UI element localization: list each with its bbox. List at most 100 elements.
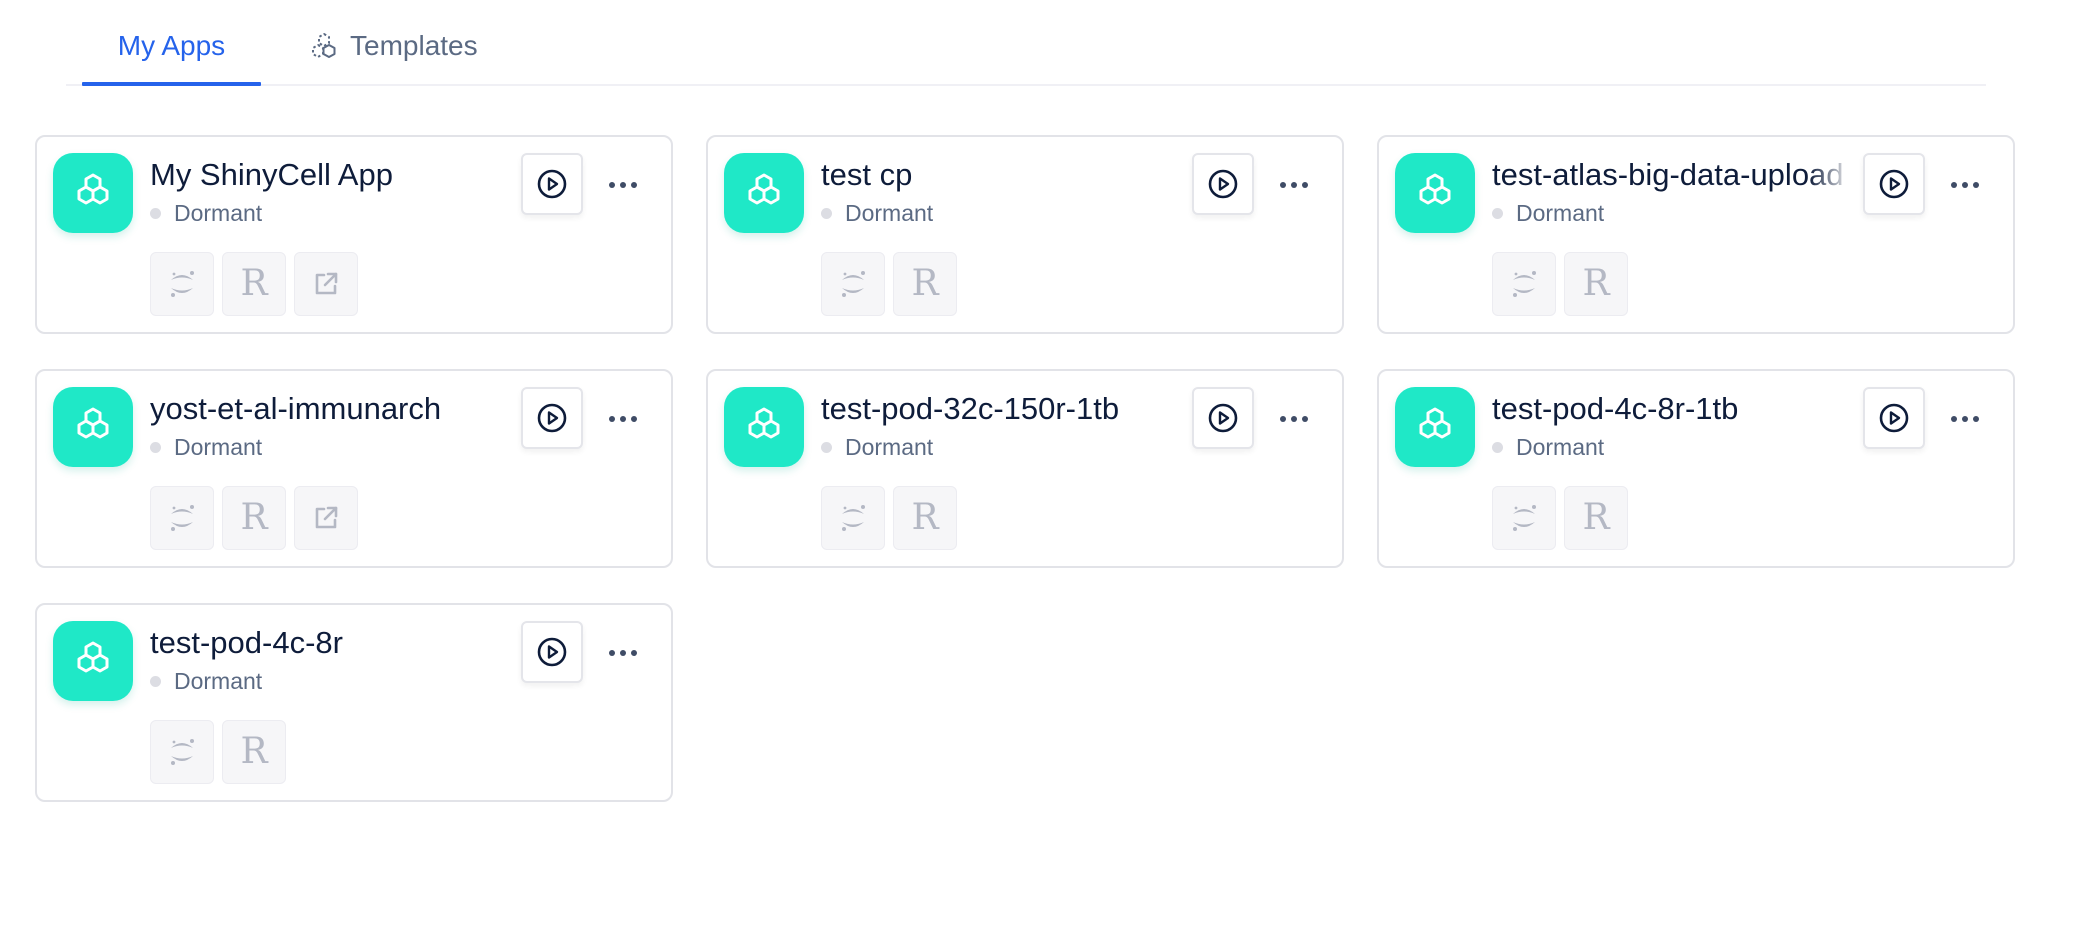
more-dot (620, 416, 626, 422)
more-dot (1951, 416, 1957, 422)
more-options-button[interactable] (1274, 401, 1314, 437)
open-jupyter-button[interactable] (821, 486, 885, 550)
more-dot (1280, 182, 1286, 188)
app-title[interactable]: yost-et-al-immunarch (150, 389, 510, 429)
external-link-icon (315, 272, 338, 295)
start-app-button[interactable] (521, 621, 583, 683)
app-icon (1395, 387, 1475, 467)
open-rstudio-button[interactable]: R (222, 720, 286, 784)
more-dot (1962, 416, 1968, 422)
open-jupyter-button[interactable] (821, 252, 885, 316)
start-app-button[interactable] (521, 387, 583, 449)
tool-buttons: R (150, 720, 286, 784)
jupyter-icon (171, 271, 194, 297)
start-app-button[interactable] (1863, 387, 1925, 449)
hexagon-cluster-icon (1419, 407, 1451, 439)
more-dot (1291, 182, 1297, 188)
more-dot (1291, 416, 1297, 422)
status-dot (1492, 207, 1503, 219)
play-circle-icon (1208, 403, 1238, 433)
app-icon (53, 387, 133, 467)
jupyter-icon (171, 739, 194, 765)
app-title[interactable]: test-atlas-big-data-upload (1492, 155, 1852, 195)
open-rstudio-button[interactable]: R (1564, 486, 1628, 550)
app-icon (53, 621, 133, 701)
more-dot (609, 182, 615, 188)
tool-buttons: R (1492, 486, 1628, 550)
app-status: Dormant (150, 431, 262, 463)
play-circle-icon (537, 403, 567, 433)
hexagon-cluster-icon (77, 641, 109, 673)
more-dot (609, 650, 615, 656)
open-rstudio-button[interactable]: R (222, 486, 286, 550)
app-card[interactable]: My ShinyCell App Dormant R (35, 135, 673, 334)
status-dot (821, 441, 832, 453)
app-card[interactable]: test-pod-4c-8r Dormant R (35, 603, 673, 802)
status-label: Dormant (174, 667, 263, 694)
r-language-icon: R (240, 263, 268, 304)
jupyter-icon (1513, 271, 1536, 297)
app-title[interactable]: My ShinyCell App (150, 155, 510, 195)
more-dot (631, 650, 637, 656)
app-title[interactable]: test-pod-32c-150r-1tb (821, 389, 1181, 429)
app-status: Dormant (821, 431, 933, 463)
app-status: Dormant (150, 665, 262, 697)
tab-label: My Apps (117, 30, 226, 61)
r-language-icon: R (911, 497, 939, 538)
tab-bar: My Apps Templates (66, 0, 1986, 87)
tab-my-apps[interactable]: My Apps (82, 28, 261, 86)
start-app-button[interactable] (1192, 153, 1254, 215)
more-options-button[interactable] (1274, 167, 1314, 203)
app-title[interactable]: test-pod-4c-8r (150, 623, 510, 663)
open-rstudio-button[interactable]: R (893, 252, 957, 316)
open-jupyter-button[interactable] (1492, 486, 1556, 550)
r-language-icon: R (240, 497, 268, 538)
more-dot (1973, 182, 1979, 188)
open-external-link-button[interactable] (294, 486, 358, 550)
r-language-icon: R (911, 263, 939, 304)
open-external-link-button[interactable] (294, 252, 358, 316)
open-jupyter-button[interactable] (150, 486, 214, 550)
app-title[interactable]: test-pod-4c-8r-1tb (1492, 389, 1852, 429)
status-dot (150, 675, 161, 687)
more-dot (1951, 182, 1957, 188)
app-card[interactable]: test cp Dormant R (706, 135, 1344, 334)
open-jupyter-button[interactable] (1492, 252, 1556, 316)
app-title[interactable]: test cp (821, 155, 1181, 195)
more-options-button[interactable] (603, 401, 643, 437)
app-icon (724, 387, 804, 467)
tool-buttons: R (1492, 252, 1628, 316)
active-tab-indicator (82, 82, 261, 86)
app-status: Dormant (1492, 431, 1604, 463)
app-card[interactable]: yost-et-al-immunarch Dormant R (35, 369, 673, 568)
app-icon (53, 153, 133, 233)
hexagon-cluster-icon (748, 407, 780, 439)
open-rstudio-button[interactable]: R (222, 252, 286, 316)
open-rstudio-button[interactable]: R (1564, 252, 1628, 316)
open-jupyter-button[interactable] (150, 252, 214, 316)
start-app-button[interactable] (1192, 387, 1254, 449)
app-status: Dormant (821, 197, 933, 229)
open-jupyter-button[interactable] (150, 720, 214, 784)
more-options-button[interactable] (1945, 401, 1985, 437)
start-app-button[interactable] (521, 153, 583, 215)
app-card[interactable]: test-atlas-big-data-upload Dormant R (1377, 135, 2015, 334)
more-options-button[interactable] (603, 167, 643, 203)
more-dot (620, 650, 626, 656)
status-label: Dormant (845, 199, 934, 226)
tab-templates[interactable]: Templates (310, 28, 478, 86)
jupyter-icon (842, 271, 865, 297)
tab-label: Templates (350, 30, 478, 61)
open-rstudio-button[interactable]: R (893, 486, 957, 550)
status-label: Dormant (174, 199, 263, 226)
play-circle-icon (1879, 169, 1909, 199)
more-dot (631, 182, 637, 188)
more-options-button[interactable] (603, 635, 643, 671)
app-card[interactable]: test-pod-4c-8r-1tb Dormant R (1377, 369, 2015, 568)
app-card[interactable]: test-pod-32c-150r-1tb Dormant R (706, 369, 1344, 568)
more-options-button[interactable] (1945, 167, 1985, 203)
start-app-button[interactable] (1863, 153, 1925, 215)
play-circle-icon (1208, 169, 1238, 199)
app-icon (724, 153, 804, 233)
more-dot (1962, 182, 1968, 188)
